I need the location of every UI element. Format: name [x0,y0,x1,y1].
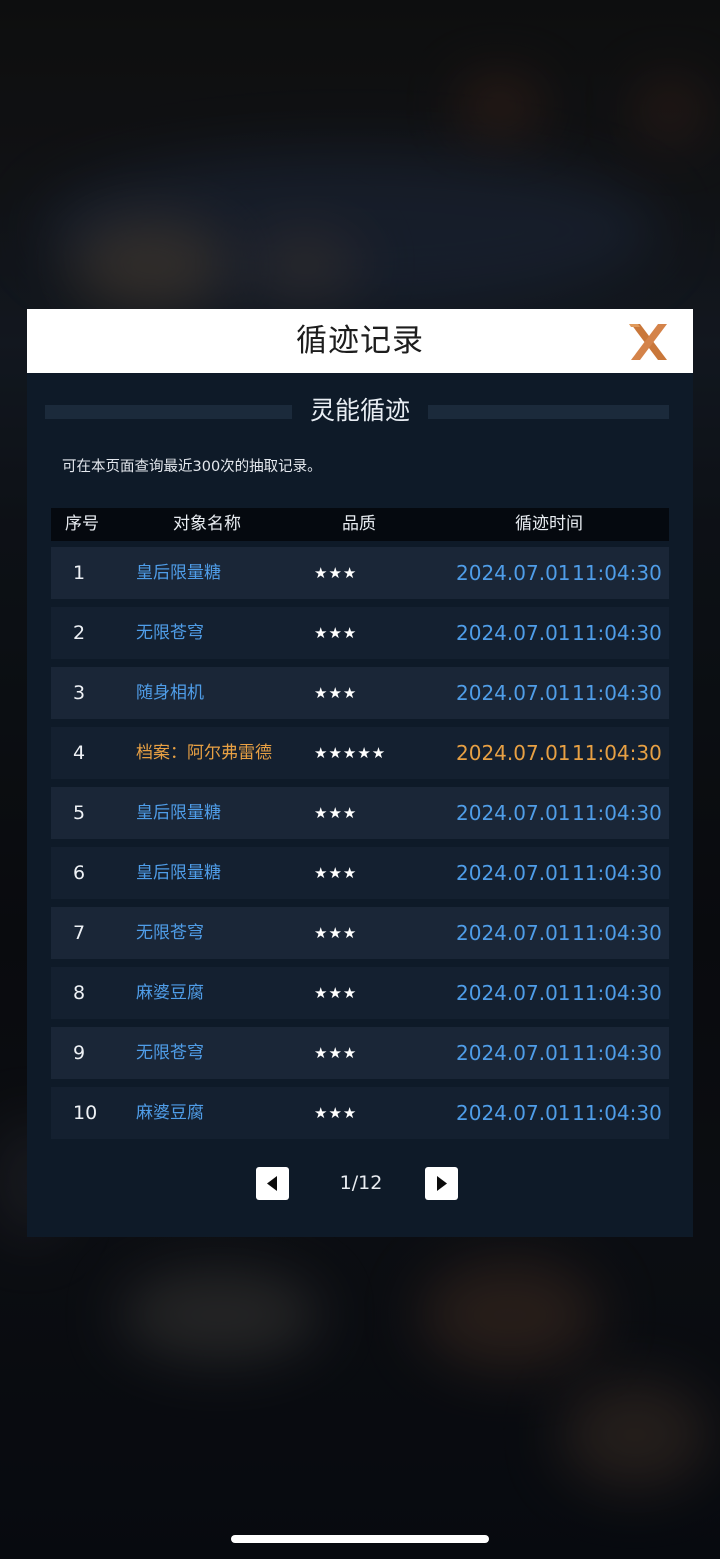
page-indicator: 1/12 [339,1172,383,1194]
prev-page-button[interactable] [256,1167,289,1200]
next-page-button[interactable] [425,1167,458,1200]
row-index: 6 [73,862,86,884]
table-row[interactable]: 5 皇后限量糖 ★★★ 2024.07.01 11:04:30 [51,787,669,839]
row-item-name: 皇后限量糖 [136,863,221,883]
draw-record-dialog: 循迹记录 灵能循迹 可在本页面查询最近300次的抽取记录。 序号 对象名称 品质… [27,309,693,1237]
row-quality-stars: ★★★ [314,1044,358,1062]
row-item-name: 皇后限量糖 [136,803,221,823]
table-row[interactable]: 10 麻婆豆腐 ★★★ 2024.07.01 11:04:30 [51,1087,669,1139]
row-item-name: 档案：阿尔弗雷德 [136,743,272,763]
table-header: 序号 对象名称 品质 循迹时间 [51,508,669,541]
row-date: 2024.07.01 [456,1101,571,1125]
section-subtitle-text: 灵能循迹 [291,396,428,425]
triangle-right-icon [437,1176,447,1191]
row-item-name: 皇后限量糖 [136,563,221,583]
row-item-name: 麻婆豆腐 [136,983,204,1003]
row-time: 11:04:30 [572,621,662,645]
row-time: 11:04:30 [572,801,662,825]
row-date: 2024.07.01 [456,681,571,705]
row-item-name: 无限苍穹 [136,1043,204,1063]
row-index: 7 [73,922,86,944]
row-item-name: 随身相机 [136,683,204,703]
row-quality-stars: ★★★ [314,864,358,882]
row-time: 11:04:30 [572,921,662,945]
row-time: 11:04:30 [572,861,662,885]
table-row[interactable]: 2 无限苍穹 ★★★ 2024.07.01 11:04:30 [51,607,669,659]
row-index: 8 [73,982,86,1004]
table-row[interactable]: 8 麻婆豆腐 ★★★ 2024.07.01 11:04:30 [51,967,669,1019]
home-indicator[interactable] [231,1535,489,1543]
row-date: 2024.07.01 [456,621,571,645]
row-index: 2 [73,622,86,644]
row-quality-stars: ★★★ [314,804,358,822]
row-date: 2024.07.01 [456,801,571,825]
row-date: 2024.07.01 [456,741,571,765]
header-name: 对象名称 [173,514,241,534]
close-x-icon[interactable] [625,319,673,365]
row-quality-stars: ★★★ [314,564,358,582]
row-quality-stars: ★★★ [314,624,358,642]
row-index: 10 [73,1102,98,1124]
table-row[interactable]: 9 无限苍穹 ★★★ 2024.07.01 11:04:30 [51,1027,669,1079]
table-row[interactable]: 4 档案：阿尔弗雷德 ★★★★★ 2024.07.01 11:04:30 [51,727,669,779]
section-subtitle: 灵能循迹 [27,389,693,433]
row-date: 2024.07.01 [456,981,571,1005]
row-date: 2024.07.01 [456,921,571,945]
dialog-titlebar: 循迹记录 [27,309,693,373]
header-time: 循迹时间 [515,514,583,534]
table-row[interactable]: 1 皇后限量糖 ★★★ 2024.07.01 11:04:30 [51,547,669,599]
row-index: 5 [73,802,86,824]
row-quality-stars: ★★★ [314,684,358,702]
row-time: 11:04:30 [572,981,662,1005]
row-time: 11:04:30 [572,1101,662,1125]
row-time: 11:04:30 [572,741,662,765]
table-row[interactable]: 6 皇后限量糖 ★★★ 2024.07.01 11:04:30 [51,847,669,899]
row-item-name: 无限苍穹 [136,923,204,943]
row-quality-stars: ★★★ [314,1104,358,1122]
row-date: 2024.07.01 [456,861,571,885]
row-item-name: 麻婆豆腐 [136,1103,204,1123]
row-quality-stars: ★★★ [314,924,358,942]
row-time: 11:04:30 [572,681,662,705]
info-note: 可在本页面查询最近300次的抽取记录。 [62,459,322,475]
row-time: 11:04:30 [572,1041,662,1065]
row-item-name: 无限苍穹 [136,623,204,643]
row-date: 2024.07.01 [456,561,571,585]
row-index: 3 [73,682,86,704]
table-row[interactable]: 3 随身相机 ★★★ 2024.07.01 11:04:30 [51,667,669,719]
row-index: 4 [73,742,86,764]
dialog-title: 循迹记录 [296,323,424,359]
row-time: 11:04:30 [572,561,662,585]
triangle-left-icon [267,1176,277,1191]
header-index: 序号 [65,514,99,534]
row-date: 2024.07.01 [456,1041,571,1065]
row-quality-stars: ★★★★★ [314,744,387,762]
row-index: 9 [73,1042,86,1064]
record-list: 1 皇后限量糖 ★★★ 2024.07.01 11:04:30 2 无限苍穹 ★… [51,547,669,1147]
row-index: 1 [73,562,86,584]
row-quality-stars: ★★★ [314,984,358,1002]
table-row[interactable]: 7 无限苍穹 ★★★ 2024.07.01 11:04:30 [51,907,669,959]
header-quality: 品质 [342,514,376,534]
